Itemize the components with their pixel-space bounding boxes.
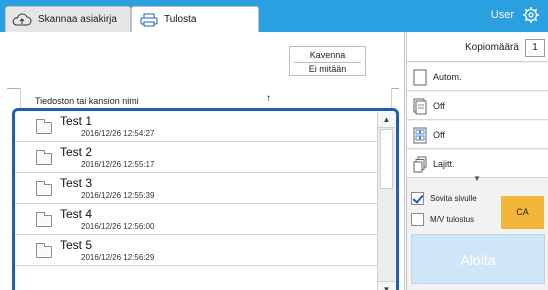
folder-icon xyxy=(36,181,52,196)
top-bar: Skannaa asiakirja Tulosta User xyxy=(0,0,548,32)
tab-scan[interactable]: Skannaa asiakirja xyxy=(5,6,131,32)
file-date: 2016/12/26 12:55:39 xyxy=(81,191,155,200)
file-date: 2016/12/26 12:56:00 xyxy=(81,222,155,231)
user-label[interactable]: User xyxy=(491,9,514,21)
list-item[interactable]: Test 4 2016/12/26 12:56:00 xyxy=(15,204,379,235)
file-name: Test 3 xyxy=(60,176,93,190)
column-header-label: Tiedoston tai kansion nimi xyxy=(35,96,139,106)
duplex-option[interactable]: Off xyxy=(407,92,548,120)
list-item[interactable]: Test 1 2016/12/26 12:54:27 xyxy=(15,111,379,142)
sort-arrow-icon: ↑ xyxy=(266,93,271,104)
printer-icon xyxy=(140,13,158,27)
bw-print-toggle[interactable]: M/V tulostus xyxy=(411,213,474,226)
file-date: 2016/12/26 12:56:29 xyxy=(81,253,155,262)
file-name: Test 4 xyxy=(60,207,93,221)
bw-print-checkbox[interactable] xyxy=(411,213,424,226)
tab-print-label: Tulosta xyxy=(164,14,197,25)
bw-print-label: M/V tulostus xyxy=(430,215,475,224)
duplex-option-value: Off xyxy=(433,101,445,111)
list-item[interactable]: Test 3 2016/12/26 12:55:39 xyxy=(15,173,379,204)
copies-row[interactable]: Kopiomäärä 1 xyxy=(407,32,548,62)
layout-option[interactable]: Off xyxy=(407,121,548,149)
list-item[interactable]: Test 5 2016/12/26 12:56:29 xyxy=(15,235,379,266)
gear-icon[interactable] xyxy=(522,6,540,24)
folder-icon xyxy=(36,212,52,227)
more-options-icon[interactable]: ▼ xyxy=(473,174,481,183)
copies-input[interactable]: 1 xyxy=(525,39,545,57)
layout-icon xyxy=(413,127,427,144)
paper-icon xyxy=(413,69,427,86)
paper-option-value: Autom. xyxy=(433,72,462,82)
file-name: Test 2 xyxy=(60,145,93,159)
duplex-icon xyxy=(413,98,427,115)
file-browser-panel: Kavenna Ei mitään Tiedoston tai kansion … xyxy=(0,32,405,290)
filter-mode: Kavenna xyxy=(309,50,346,60)
folder-icon xyxy=(36,150,52,165)
fit-to-page-label: Sovita sivulle xyxy=(430,194,477,203)
filter-button[interactable]: Kavenna Ei mitään xyxy=(289,46,366,76)
folder-icon xyxy=(36,119,52,134)
scrollbar-thumb[interactable] xyxy=(380,129,393,189)
scroll-down-icon[interactable]: ▼ xyxy=(378,281,395,290)
scrollbar[interactable]: ▲ ▼ xyxy=(377,112,395,290)
tab-scan-label: Skannaa asiakirja xyxy=(38,14,117,25)
list-item[interactable]: Test 2 2016/12/26 12:55:17 xyxy=(15,142,379,173)
sort-option-value: Lajitt. xyxy=(433,159,455,169)
print-settings-panel: Kopiomäärä 1 Autom. Off Off Lajitt. ▼ So… xyxy=(406,32,548,290)
file-list: Test 1 2016/12/26 12:54:27 Test 2 2016/1… xyxy=(12,108,399,290)
filter-value: Ei mitään xyxy=(308,64,347,74)
cloud-upload-icon xyxy=(12,12,32,27)
layout-option-value: Off xyxy=(433,130,445,140)
start-button[interactable]: Aloita xyxy=(411,234,545,284)
tab-print[interactable]: Tulosta xyxy=(131,6,259,32)
fit-to-page-checkbox[interactable] xyxy=(411,192,424,205)
file-name: Test 5 xyxy=(60,238,93,252)
file-date: 2016/12/26 12:55:17 xyxy=(81,160,155,169)
ca-button[interactable]: CA xyxy=(501,196,544,229)
folder-icon xyxy=(36,243,52,258)
copies-label: Kopiomäärä xyxy=(465,42,519,53)
fit-to-page-toggle[interactable]: Sovita sivulle xyxy=(411,192,477,205)
file-name: Test 1 xyxy=(60,114,93,128)
paper-option[interactable]: Autom. xyxy=(407,63,548,91)
file-date: 2016/12/26 12:54:27 xyxy=(81,129,155,138)
sort-icon xyxy=(413,156,427,173)
scroll-up-icon[interactable]: ▲ xyxy=(378,112,395,128)
